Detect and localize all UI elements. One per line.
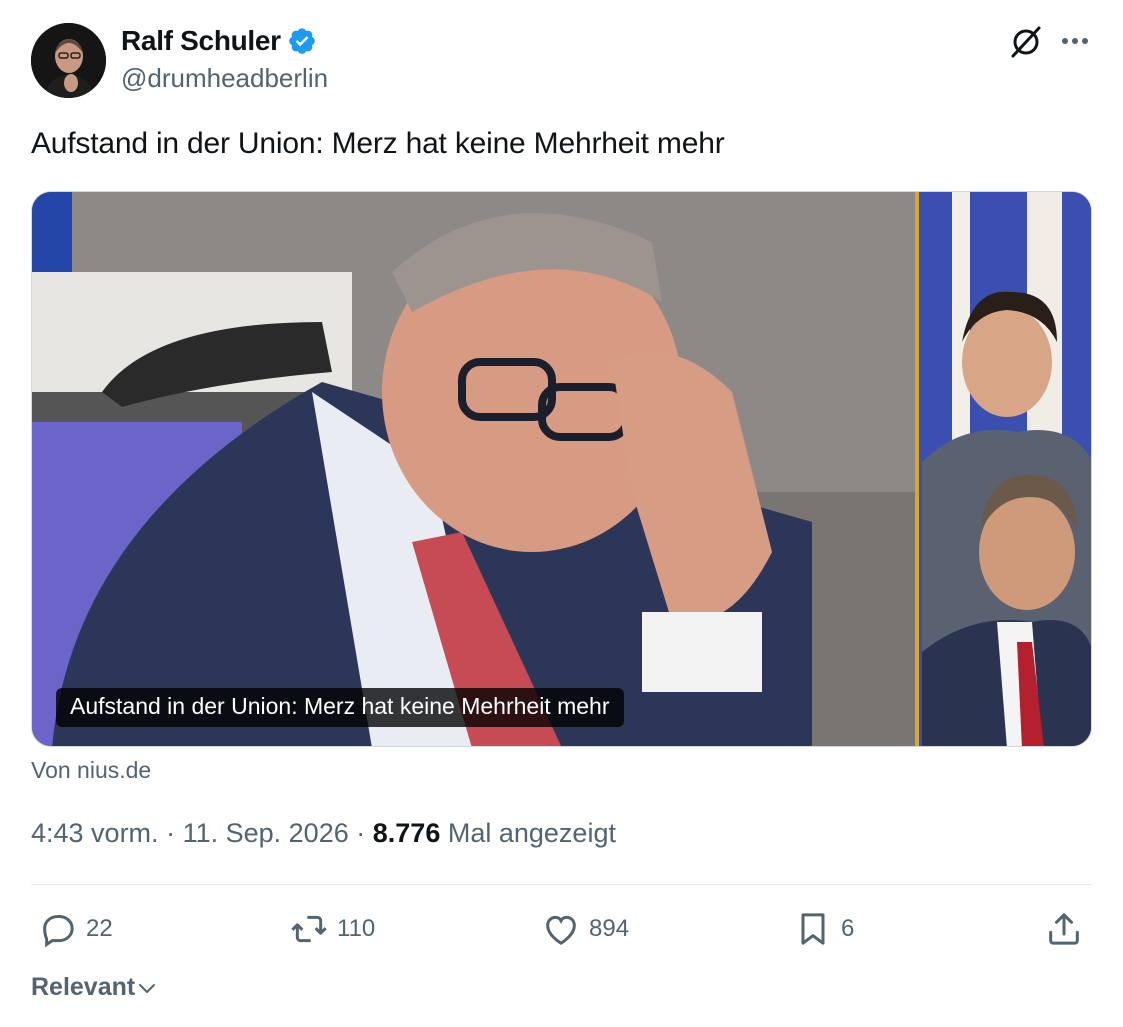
- reply-button[interactable]: 22: [38, 906, 113, 952]
- display-name[interactable]: Ralf Schuler: [121, 25, 281, 57]
- like-icon: [546, 915, 576, 945]
- bookmark-count: 6: [841, 915, 855, 942]
- reply-count: 22: [86, 915, 113, 942]
- media-card[interactable]: Aufstand in der Union: Merz hat keine Me…: [31, 191, 1092, 747]
- tweet-text: Aufstand in der Union: Merz hat keine Me…: [31, 127, 725, 160]
- view-count-label: Mal angezeigt: [447, 818, 616, 848]
- meta-separator-2: ·: [356, 818, 366, 848]
- media-image: [32, 192, 1091, 746]
- sort-dropdown[interactable]: Relevant: [31, 973, 159, 1002]
- tweet-date[interactable]: 11. Sep. 2026: [183, 818, 349, 848]
- retweet-icon: [291, 915, 327, 943]
- share-icon: [1049, 913, 1079, 945]
- avatar[interactable]: [31, 23, 106, 98]
- more-icon[interactable]: [1057, 26, 1093, 56]
- view-count: 8.776: [372, 818, 441, 848]
- media-caption: Aufstand in der Union: Merz hat keine Me…: [56, 688, 624, 727]
- reply-icon: [43, 915, 74, 948]
- share-button[interactable]: [1044, 906, 1084, 952]
- divider: [31, 884, 1092, 885]
- grok-icon[interactable]: [1006, 22, 1046, 62]
- bookmark-icon: [801, 913, 825, 945]
- retweet-button[interactable]: 110: [289, 906, 375, 952]
- avatar-image: [31, 23, 106, 98]
- retweet-count: 110: [337, 915, 376, 942]
- tweet-meta: 4:43 vorm. · 11. Sep. 2026 · 8.776 Mal a…: [31, 818, 616, 849]
- author-handle[interactable]: @drumheadberlin: [121, 63, 328, 94]
- verified-badge-icon[interactable]: [287, 26, 317, 56]
- tweet-time[interactable]: 4:43 vorm.: [31, 818, 159, 848]
- bookmark-button[interactable]: 6: [793, 906, 854, 952]
- chevron-down-icon: [139, 983, 156, 993]
- like-button[interactable]: 894: [541, 906, 629, 952]
- media-source-link[interactable]: Von nius.de: [31, 757, 151, 784]
- like-count: 894: [589, 915, 630, 942]
- sort-label: Relevant: [31, 973, 136, 1001]
- meta-separator: ·: [166, 818, 176, 848]
